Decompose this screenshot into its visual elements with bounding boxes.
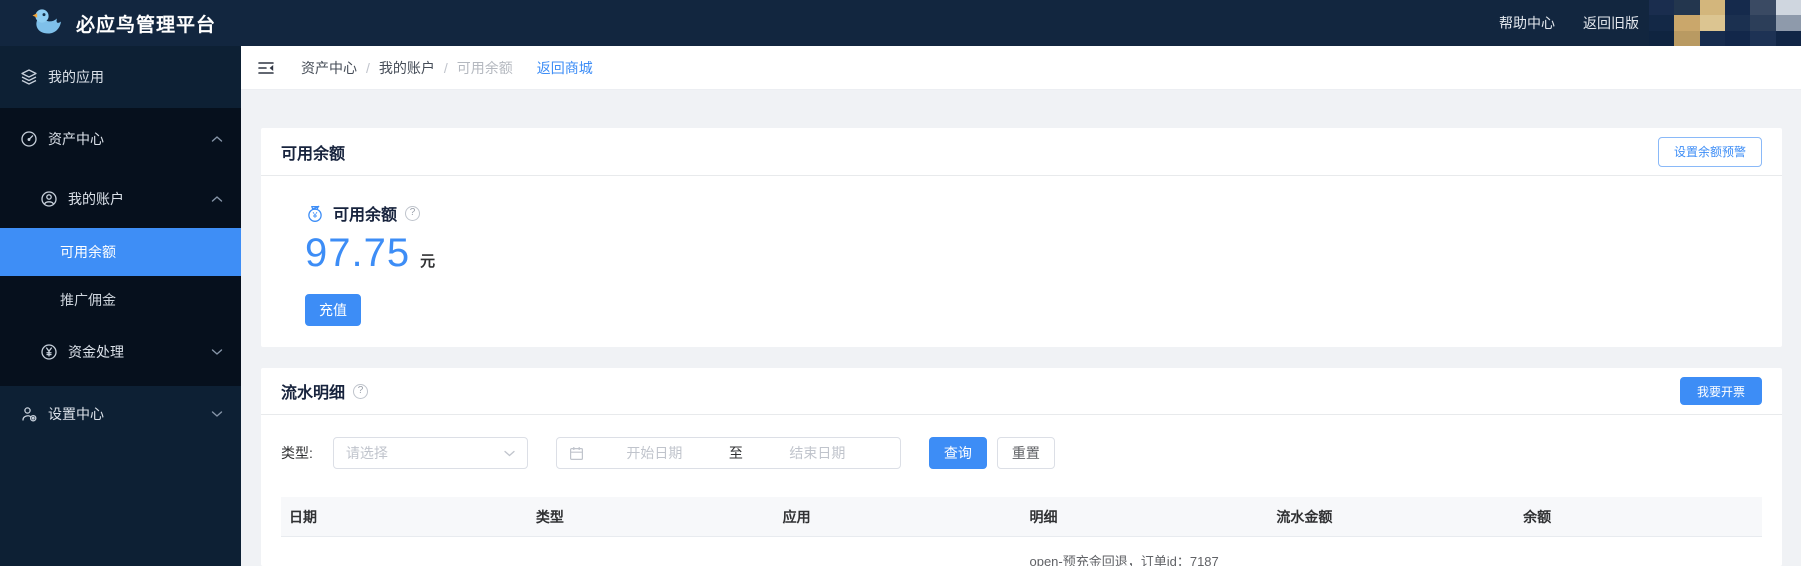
recharge-button[interactable]: 充值	[305, 294, 361, 326]
column-header-flow-amount: 流水金额	[1276, 508, 1333, 525]
gauge-icon	[20, 130, 38, 148]
sidebar-item-available-balance[interactable]: 可用余额	[0, 228, 241, 276]
back-old-version-link[interactable]: 返回旧版	[1583, 13, 1639, 33]
column-header-app: 应用	[782, 508, 811, 525]
balance-unit: 元	[420, 253, 436, 270]
help-center-link[interactable]: 帮助中心	[1499, 13, 1555, 33]
sidebar: 我的应用 资产中心 我的账户 可用余额 推广佣金 资金处理 设置中心	[0, 46, 241, 566]
sidebar-item-label: 资金处理	[68, 344, 124, 360]
date-range-separator: 至	[728, 445, 743, 461]
user-gear-icon	[20, 405, 38, 423]
brand[interactable]: 必应鸟管理平台	[30, 7, 216, 39]
sidebar-item-my-account[interactable]: 我的账户	[0, 170, 241, 228]
balance-card-title: 可用余额	[281, 145, 346, 163]
sidebar-item-label: 推广佣金	[60, 292, 116, 308]
column-header-date: 日期	[289, 508, 317, 525]
search-button[interactable]: 查询	[928, 437, 987, 469]
sidebar-item-label: 我的应用	[48, 69, 104, 85]
balance-card: 可用余额 设置余额预警 ¥ 可用余额 ? 97.75 元 充值	[261, 128, 1782, 347]
yen-circle-icon	[40, 343, 58, 361]
type-filter-label: 类型:	[281, 445, 313, 461]
chevron-down-icon	[211, 348, 223, 356]
cell-app	[775, 551, 1022, 566]
breadcrumb-bar: 资产中心 / 我的账户 / 可用余额 返回商城	[241, 46, 1801, 90]
reset-button[interactable]: 重置	[996, 437, 1055, 469]
request-invoice-button[interactable]: 我要开票	[1679, 377, 1762, 405]
sidebar-item-label: 资产中心	[48, 131, 104, 147]
cell-detail: open-预充金回退，订单id：7187	[1029, 554, 1219, 566]
balance-label: 可用余额	[333, 207, 398, 224]
sidebar-item-asset-center[interactable]: 资产中心	[0, 108, 241, 170]
column-header-type: 类型	[535, 508, 564, 525]
chevron-up-icon	[211, 135, 223, 143]
menu-fold-icon[interactable]	[257, 59, 275, 77]
bird-logo-icon	[30, 7, 64, 39]
date-range-picker[interactable]: 开始日期 至 结束日期	[555, 437, 901, 469]
back-to-mall-link[interactable]: 返回商城	[537, 58, 593, 78]
sidebar-item-my-apps[interactable]: 我的应用	[0, 46, 241, 108]
layers-icon	[20, 68, 38, 86]
chevron-up-icon	[211, 195, 223, 203]
set-balance-alert-button[interactable]: 设置余额预警	[1657, 136, 1762, 167]
money-bag-icon: ¥	[305, 203, 325, 223]
redacted-username-blur	[1649, 0, 1801, 46]
cell-date	[281, 551, 528, 566]
sidebar-item-fund-processing[interactable]: 资金处理	[0, 324, 241, 380]
svg-text:¥: ¥	[312, 210, 318, 220]
column-header-detail: 明细	[1029, 508, 1058, 525]
type-select-placeholder: 请选择	[345, 445, 388, 461]
breadcrumb-item-current: 可用余额	[456, 59, 513, 76]
sidebar-item-label: 可用余额	[60, 244, 116, 260]
filter-row: 类型: 请选择 开始日期 至 结束日期 查询 重置	[281, 437, 1762, 469]
flow-detail-card: 流水明细 ? 我要开票 类型: 请选择 开始日期 至 结束日期 查询 重置 日期	[261, 368, 1782, 566]
user-circle-icon	[40, 190, 58, 208]
flow-help-icon[interactable]: ?	[353, 383, 369, 399]
chevron-down-icon	[211, 410, 223, 418]
end-date-placeholder: 结束日期	[789, 445, 846, 461]
breadcrumb-separator: /	[366, 59, 370, 76]
flow-card-title: 流水明细	[281, 385, 346, 402]
breadcrumb-separator: /	[443, 59, 448, 76]
breadcrumb-item-my-account[interactable]: 我的账户	[379, 58, 435, 78]
table-header: 日期 类型 应用 明细 流水金额 余额	[281, 497, 1762, 537]
cell-flow-amount	[1268, 551, 1515, 566]
asset-center-group: 资产中心 我的账户 可用余额 推广佣金 资金处理	[0, 108, 241, 386]
sidebar-item-label: 设置中心	[48, 406, 104, 422]
sidebar-item-label: 我的账户	[68, 191, 124, 207]
breadcrumb-item-asset-center[interactable]: 资产中心	[301, 58, 357, 78]
cell-type	[528, 551, 775, 566]
start-date-placeholder: 开始日期	[626, 445, 683, 461]
balance-amount: 97.75	[305, 231, 411, 275]
cell-balance	[1515, 551, 1762, 566]
type-select[interactable]: 请选择	[332, 437, 528, 469]
balance-help-icon[interactable]: ?	[405, 205, 421, 221]
top-bar: 必应鸟管理平台 帮助中心 返回旧版	[0, 0, 1801, 46]
sidebar-item-promo-commission[interactable]: 推广佣金	[0, 276, 241, 324]
calendar-icon	[569, 446, 584, 461]
column-header-balance: 余额	[1523, 508, 1552, 525]
sidebar-item-settings-center[interactable]: 设置中心	[0, 386, 241, 442]
chevron-down-icon	[504, 450, 515, 457]
table-row: open-预充金回退，订单id：7187	[281, 537, 1762, 566]
app-title: 必应鸟管理平台	[76, 14, 217, 36]
